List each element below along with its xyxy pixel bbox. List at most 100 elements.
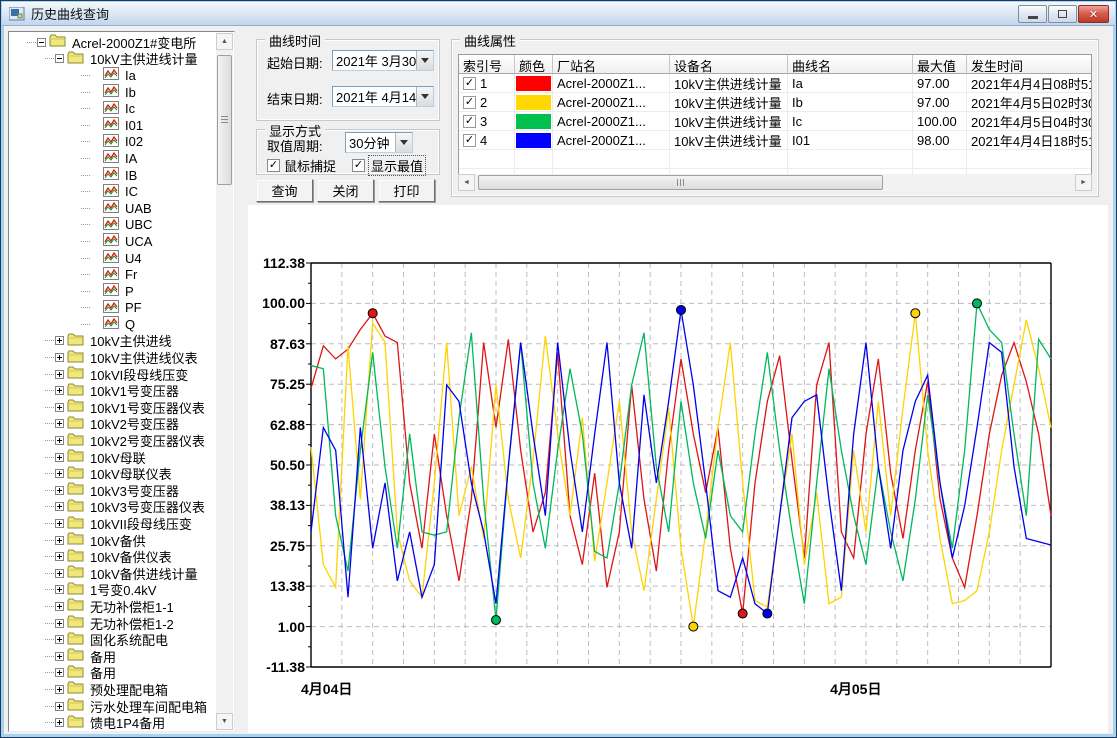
expand-icon[interactable] — [55, 635, 64, 644]
tree-item[interactable]: 10kV2号变压器仪表 — [9, 432, 216, 449]
tree-item[interactable]: 10kV3号变压器 — [9, 482, 216, 499]
tree-item[interactable]: UAB — [9, 200, 216, 217]
expand-icon[interactable] — [55, 469, 64, 478]
column-header[interactable]: 厂站名 — [553, 55, 670, 74]
tree-item[interactable]: IC — [9, 183, 216, 200]
tree-item[interactable]: 馈电1P4备用 — [9, 714, 216, 731]
row-checkbox[interactable]: ✓ — [463, 115, 476, 128]
minimize-button[interactable] — [1018, 5, 1047, 23]
scroll-right-icon[interactable]: ► — [1075, 174, 1092, 191]
expand-icon[interactable] — [55, 718, 64, 727]
start-date-combo[interactable]: 2021年 3月30 — [332, 50, 434, 71]
tree-item[interactable]: U4 — [9, 250, 216, 267]
tree-item[interactable]: 无功补偿柜1-1 — [9, 598, 216, 615]
tree-item[interactable]: 10kV备供 — [9, 532, 216, 549]
tree-item[interactable]: 10kV主供进线 — [9, 333, 216, 350]
collapse-icon[interactable] — [55, 54, 64, 63]
expand-icon[interactable] — [55, 685, 64, 694]
close-dialog-button[interactable]: 关闭 — [317, 179, 374, 202]
column-header[interactable]: 设备名 — [670, 55, 788, 74]
maximize-button[interactable] — [1048, 5, 1077, 23]
expand-icon[interactable] — [55, 652, 64, 661]
tree-item[interactable]: 固化系统配电 — [9, 631, 216, 648]
expand-icon[interactable] — [55, 436, 64, 445]
expand-icon[interactable] — [55, 668, 64, 677]
tree-item[interactable]: 预处理配电箱 — [9, 681, 216, 698]
expand-icon[interactable] — [55, 602, 64, 611]
tree-item[interactable]: Fr — [9, 266, 216, 283]
tree-item[interactable]: Ia — [9, 67, 216, 84]
tree-item[interactable]: IB — [9, 167, 216, 184]
tree-item[interactable]: 10kVI段母线压变 — [9, 366, 216, 383]
tree-item[interactable]: 10kV备供仪表 — [9, 548, 216, 565]
show-extremes-checkbox[interactable]: ✓ 显示最值 — [352, 156, 425, 175]
tree-item[interactable]: I01 — [9, 117, 216, 134]
expand-icon[interactable] — [55, 585, 64, 594]
expand-icon[interactable] — [55, 386, 64, 395]
tree-item[interactable]: UBC — [9, 217, 216, 234]
tree-item[interactable]: 备用 — [9, 648, 216, 665]
scroll-up-icon[interactable]: ▲ — [216, 33, 233, 50]
column-header[interactable]: 曲线名 — [788, 55, 913, 74]
row-checkbox[interactable]: ✓ — [463, 77, 476, 90]
tree-item[interactable]: 备用 — [9, 665, 216, 682]
row-checkbox[interactable]: ✓ — [463, 96, 476, 109]
tree-item[interactable]: 10kV1号变压器 — [9, 382, 216, 399]
mouse-capture-checkbox[interactable]: ✓ 鼠标捕捉 — [267, 156, 336, 175]
tree-item[interactable]: 10kVII段母线压变 — [9, 515, 216, 532]
collapse-icon[interactable] — [37, 38, 46, 47]
trend-chart[interactable]: 112.38100.0087.6375.2562.8850.5038.1325.… — [248, 205, 1108, 733]
column-header[interactable]: 最大值 — [913, 55, 967, 74]
expand-icon[interactable] — [55, 552, 64, 561]
table-hscrollbar-thumb[interactable] — [478, 175, 883, 190]
table-hscrollbar[interactable]: ◄ ► — [458, 174, 1092, 191]
expand-icon[interactable] — [55, 370, 64, 379]
chevron-down-icon[interactable] — [395, 133, 412, 152]
chevron-down-icon[interactable] — [416, 87, 433, 106]
expand-icon[interactable] — [55, 519, 64, 528]
tree-item[interactable]: 10kV主供进线计量 — [9, 51, 216, 68]
tree-item[interactable]: P — [9, 283, 216, 300]
expand-icon[interactable] — [55, 353, 64, 362]
table-row[interactable]: ✓1Acrel-2000Z1...10kV主供进线计量Ia97.002021年4… — [459, 74, 1091, 93]
tree-item[interactable]: Ic — [9, 100, 216, 117]
period-combo[interactable]: 30分钟 — [345, 132, 413, 153]
expand-icon[interactable] — [55, 536, 64, 545]
expand-icon[interactable] — [55, 502, 64, 511]
scroll-left-icon[interactable]: ◄ — [458, 174, 475, 191]
tree-item[interactable]: 1号变0.4kV — [9, 582, 216, 599]
table-row[interactable]: ✓4Acrel-2000Z1...10kV主供进线计量I0198.002021年… — [459, 131, 1091, 150]
chart-plot-area[interactable] — [305, 263, 1057, 677]
tree-item[interactable]: 10kV母联仪表 — [9, 465, 216, 482]
expand-icon[interactable] — [55, 419, 64, 428]
expand-icon[interactable] — [55, 403, 64, 412]
tree-item[interactable]: 污水处理车间配电箱 — [9, 698, 216, 715]
scroll-down-icon[interactable]: ▼ — [216, 713, 233, 730]
tree-item[interactable]: 10kV3号变压器仪表 — [9, 499, 216, 516]
column-header[interactable]: 发生时间 — [967, 55, 1092, 74]
tree-item[interactable]: I02 — [9, 134, 216, 151]
column-header[interactable]: 索引号 — [459, 55, 515, 74]
end-date-combo[interactable]: 2021年 4月14 — [332, 86, 434, 107]
close-button[interactable]: ✕ — [1078, 5, 1109, 23]
tree-item[interactable]: Ib — [9, 84, 216, 101]
expand-icon[interactable] — [55, 569, 64, 578]
tree-item[interactable]: 无功补偿柜1-2 — [9, 615, 216, 632]
expand-icon[interactable] — [55, 336, 64, 345]
checkbox-icon[interactable]: ✓ — [352, 159, 365, 172]
tree-item[interactable]: Q — [9, 316, 216, 333]
column-header[interactable]: 颜色 — [515, 55, 553, 74]
table-row[interactable]: ✓3Acrel-2000Z1...10kV主供进线计量Ic100.002021年… — [459, 112, 1091, 131]
tree-item[interactable]: UCA — [9, 233, 216, 250]
tree-item[interactable]: 10kV母联 — [9, 449, 216, 466]
checkbox-icon[interactable]: ✓ — [267, 159, 280, 172]
query-button[interactable]: 查询 — [256, 179, 313, 202]
expand-icon[interactable] — [55, 453, 64, 462]
tree-item[interactable]: PF — [9, 300, 216, 317]
print-button[interactable]: 打印 — [378, 179, 435, 202]
table-row[interactable]: ✓2Acrel-2000Z1...10kV主供进线计量Ib97.002021年4… — [459, 93, 1091, 112]
tree-item[interactable]: 10kV主供进线仪表 — [9, 349, 216, 366]
tree-item[interactable]: IA — [9, 150, 216, 167]
expand-icon[interactable] — [55, 486, 64, 495]
tree-item[interactable]: 10kV1号变压器仪表 — [9, 399, 216, 416]
